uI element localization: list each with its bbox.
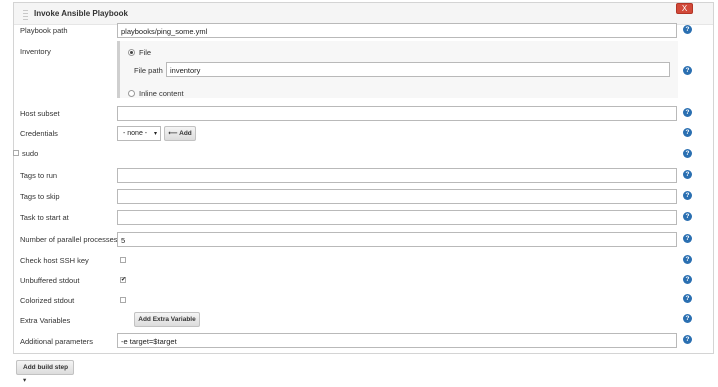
add-credential-label: Add [179, 130, 192, 137]
help-icon[interactable]: ? [683, 255, 692, 264]
tags-to-run-input[interactable] [117, 168, 677, 183]
drag-handle[interactable] [23, 10, 28, 20]
unbuffered-stdout-label: Unbuffered stdout [20, 276, 80, 285]
inventory-file-path-input[interactable]: inventory [166, 62, 670, 77]
help-icon[interactable]: ? [683, 234, 692, 243]
inventory-file-option: File [139, 48, 152, 57]
playbook-path-label: Playbook path [20, 26, 68, 35]
inventory-label: Inventory [20, 47, 51, 56]
additional-parameters-label: Additional parameters [20, 337, 93, 346]
parallel-processes-input[interactable]: 5 [117, 232, 677, 247]
help-icon[interactable]: ? [683, 108, 692, 117]
add-build-step-button[interactable]: Add build step ▾ [16, 360, 74, 384]
additional-parameters-input[interactable]: -e target=$target [117, 333, 677, 348]
parallel-processes-label: Number of parallel processes [20, 235, 118, 244]
help-icon[interactable]: ? [683, 294, 692, 303]
section-header: Invoke Ansible Playbook X [14, 3, 713, 25]
host-subset-input[interactable] [117, 106, 677, 121]
host-subset-label: Host subset [20, 109, 60, 118]
sudo-checkbox[interactable] [13, 150, 19, 156]
delete-step-button[interactable]: X [676, 3, 693, 14]
inventory-inline-option: Inline content [139, 89, 184, 98]
inventory-inline-radio[interactable] [128, 90, 135, 97]
extra-variables-label: Extra Variables [20, 316, 71, 325]
file-path-label: File path [134, 66, 163, 75]
add-credential-button[interactable]: ⟵ Add [164, 126, 196, 141]
tags-to-skip-input[interactable] [117, 189, 677, 204]
add-build-step-label: Add build step [23, 364, 69, 371]
chevron-down-icon: ▾ [153, 131, 157, 137]
help-icon[interactable]: ? [683, 335, 692, 344]
task-to-start-label: Task to start at [20, 213, 69, 222]
check-host-ssh-key-label: Check host SSH key [20, 256, 89, 265]
credentials-selected-value: - none - [123, 130, 148, 137]
tags-to-run-label: Tags to run [20, 171, 58, 180]
help-icon[interactable]: ? [683, 191, 692, 200]
tags-to-skip-label: Tags to skip [20, 192, 60, 201]
unbuffered-stdout-checkbox[interactable]: ✔ [120, 277, 126, 283]
playbook-path-input[interactable]: playbooks/ping_some.yml [117, 23, 677, 38]
help-icon[interactable]: ? [683, 128, 692, 137]
section-title: Invoke Ansible Playbook [34, 9, 128, 18]
task-to-start-input[interactable] [117, 210, 677, 225]
key-icon: ⟵ [168, 130, 178, 137]
add-extra-variable-button[interactable]: Add Extra Variable [134, 312, 200, 327]
help-icon[interactable]: ? [683, 212, 692, 221]
inventory-options: File File path inventory Inline content [117, 41, 678, 98]
help-icon[interactable]: ? [683, 149, 692, 158]
credentials-select[interactable]: - none - ▾ [117, 126, 161, 141]
help-icon[interactable]: ? [683, 66, 692, 75]
credentials-label: Credentials [20, 129, 58, 138]
colorized-stdout-label: Colorized stdout [20, 296, 75, 305]
help-icon[interactable]: ? [683, 25, 692, 34]
help-icon[interactable]: ? [683, 275, 692, 284]
inventory-file-radio[interactable] [128, 49, 135, 56]
sudo-label: sudo [22, 149, 39, 158]
help-icon[interactable]: ? [683, 170, 692, 179]
chevron-down-icon: ▾ [23, 377, 27, 384]
help-icon[interactable]: ? [683, 314, 692, 323]
check-host-ssh-key-checkbox[interactable] [120, 257, 126, 263]
colorized-stdout-checkbox[interactable] [120, 297, 126, 303]
